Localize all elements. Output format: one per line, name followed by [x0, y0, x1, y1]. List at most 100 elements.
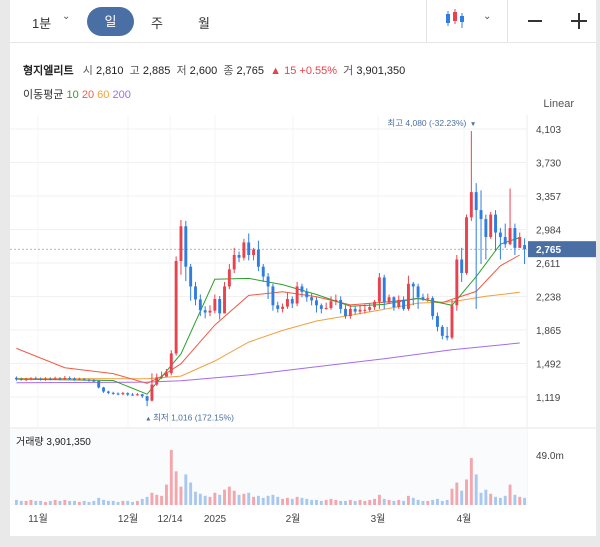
candle — [513, 228, 517, 248]
volume-bar — [402, 500, 406, 505]
candle — [82, 379, 86, 381]
low-annotation: 최저 1,016 (172.15%) — [153, 412, 234, 422]
volume-bar — [92, 500, 96, 505]
candle — [387, 297, 391, 303]
y-tick-label: 4,103 — [536, 125, 561, 136]
candle — [373, 301, 377, 308]
candle — [271, 286, 275, 306]
high-marker-icon: ▼ — [470, 121, 476, 128]
volume-bar — [489, 493, 493, 505]
candle — [140, 394, 144, 397]
volume-bar — [34, 500, 38, 505]
volume-bar — [276, 496, 280, 505]
candle — [436, 316, 439, 327]
candle — [445, 335, 449, 338]
volume-bar — [208, 496, 212, 505]
volume-bar — [382, 498, 386, 505]
volume-bar — [14, 499, 18, 505]
x-tick-label: 4월 — [457, 513, 472, 525]
y-tick-label: 3,730 — [536, 159, 561, 170]
candle — [358, 309, 362, 312]
volume-bar — [184, 474, 188, 505]
volume-bar — [455, 482, 459, 505]
candle — [319, 305, 323, 309]
candle — [63, 378, 67, 380]
candle — [353, 308, 357, 312]
volume-bar — [387, 499, 391, 505]
moving-average-lines — [16, 237, 520, 395]
volume-bar — [155, 494, 159, 505]
candle — [150, 384, 154, 401]
candle — [494, 214, 497, 233]
candle — [194, 286, 197, 300]
volume-bar — [319, 500, 323, 505]
candle — [218, 299, 222, 314]
candle — [179, 226, 183, 262]
candle — [508, 228, 512, 245]
candle — [411, 283, 415, 287]
volume-bar — [213, 492, 217, 505]
candle — [198, 299, 202, 311]
price-chart[interactable]: 4,103 3,730 3,357 2,984 2,611 2,238 1,865 1,492… — [10, 0, 596, 536]
volume-bar — [305, 498, 309, 505]
candle — [126, 393, 130, 395]
volume-bar — [479, 492, 483, 505]
candle — [440, 326, 444, 336]
y-tick-label: 1,119 — [536, 393, 561, 404]
volume-bar — [508, 484, 512, 505]
candle — [232, 255, 236, 270]
volume-bar — [300, 497, 304, 505]
volume-bar — [242, 493, 246, 505]
volume-bar — [474, 474, 478, 505]
candle — [160, 376, 164, 378]
volume-bar — [416, 499, 420, 505]
candle — [392, 297, 396, 308]
volume-bar — [411, 497, 415, 505]
ma-200-line — [16, 342, 520, 384]
volume-bar — [223, 489, 226, 505]
candle — [77, 379, 81, 381]
scale-type-label[interactable]: Linear — [543, 98, 574, 110]
volume-bar — [290, 498, 294, 505]
candles — [14, 131, 527, 407]
volume-bar — [39, 500, 43, 505]
volume-bar — [523, 497, 527, 505]
x-tick-label: 12월 — [118, 513, 138, 525]
volume-bar — [465, 479, 468, 505]
candle — [44, 378, 47, 380]
candle — [92, 380, 96, 382]
candle — [324, 307, 328, 309]
volume-bar — [131, 501, 135, 505]
candle — [334, 299, 338, 302]
candle — [339, 299, 343, 309]
candle — [223, 286, 226, 314]
candle — [281, 306, 285, 309]
volume-bar — [450, 488, 454, 505]
volume-bar — [140, 498, 144, 505]
volume-bar — [68, 500, 72, 505]
y-tick-label: 2,238 — [536, 293, 561, 304]
volume-bar — [24, 500, 28, 505]
candle — [102, 387, 105, 392]
candle — [242, 242, 246, 258]
candle — [266, 276, 270, 287]
volume-bar — [377, 494, 381, 505]
candle — [208, 310, 212, 313]
candle — [363, 309, 367, 311]
candle — [227, 269, 231, 287]
candle — [484, 219, 488, 238]
volume-bar — [77, 501, 81, 505]
volume-bar — [232, 490, 236, 505]
volume-bar — [198, 493, 202, 505]
volume-bar — [53, 499, 57, 505]
candle — [426, 298, 430, 300]
volume-bar — [44, 501, 47, 505]
volume-title: 거래량 3,901,350 — [16, 436, 91, 448]
candle — [469, 192, 473, 218]
candle — [474, 192, 478, 211]
volume-bar — [503, 495, 507, 505]
candle — [73, 378, 76, 380]
volume-bar — [484, 489, 488, 505]
volume-bar — [392, 500, 396, 505]
volume-bar — [19, 500, 23, 505]
